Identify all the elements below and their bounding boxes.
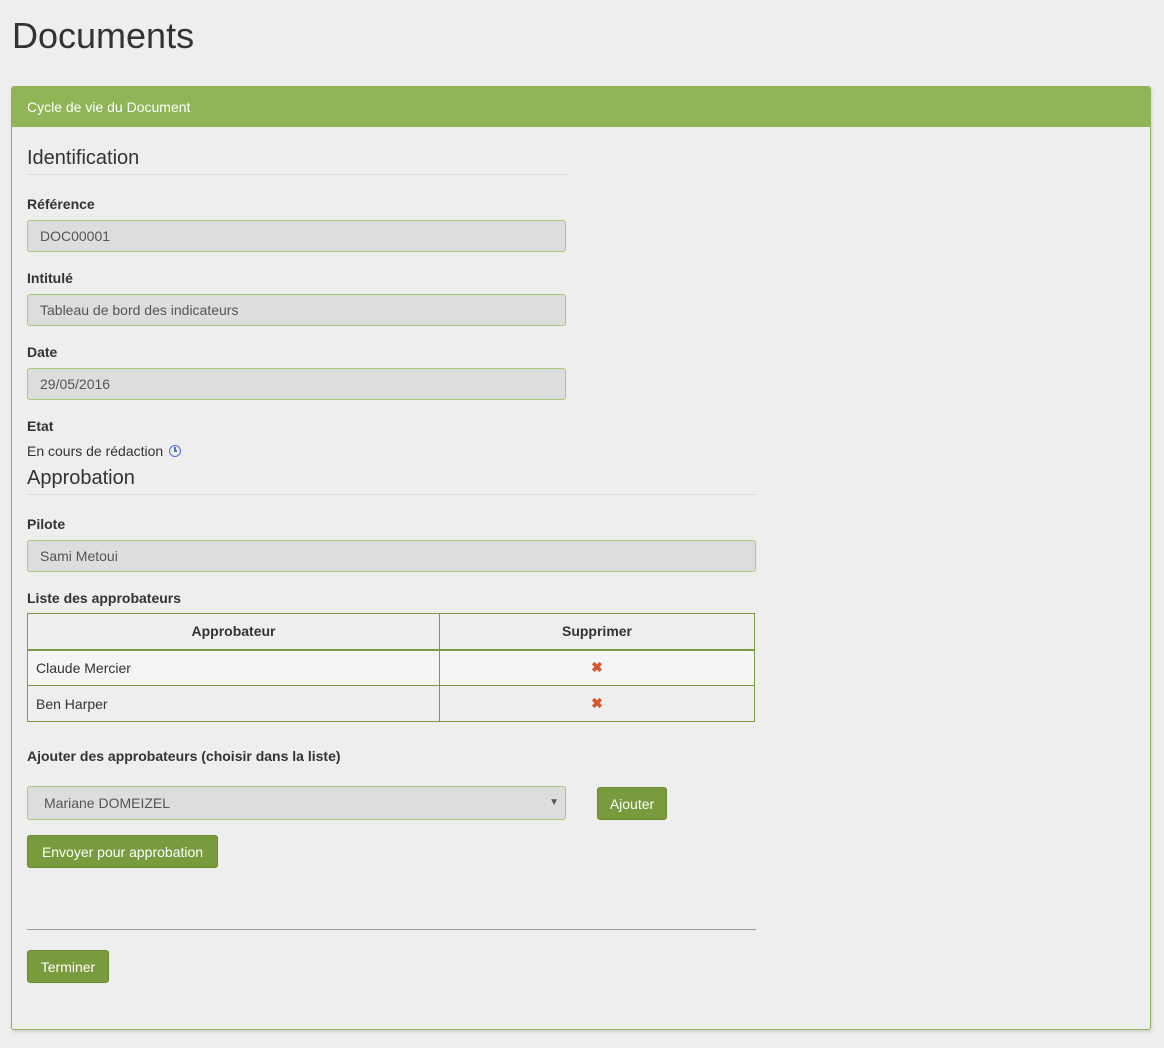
add-approvers-label: Ajouter des approbateurs (choisir dans l… xyxy=(27,748,341,764)
approver-select-value: Mariane DOMEIZEL xyxy=(44,795,171,811)
approbation-divider xyxy=(27,494,756,495)
add-approver-button[interactable]: Ajouter xyxy=(597,787,667,820)
identification-title: Identification xyxy=(27,147,140,169)
reference-field[interactable]: DOC00001 xyxy=(27,220,566,252)
remove-icon[interactable]: ✖ xyxy=(591,659,603,675)
approver-name: Ben Harper xyxy=(27,685,440,722)
approver-select[interactable]: Mariane DOMEIZEL ▼ xyxy=(27,786,566,820)
date-label: Date xyxy=(27,344,58,360)
caret-down-icon: ▼ xyxy=(549,797,559,808)
approver-name: Claude Mercier xyxy=(27,649,440,686)
send-for-approval-button[interactable]: Envoyer pour approbation xyxy=(27,835,218,868)
date-field[interactable]: 29/05/2016 xyxy=(27,368,566,400)
approbation-title: Approbation xyxy=(27,467,135,489)
delete-cell: ✖ xyxy=(439,649,755,686)
identification-divider xyxy=(27,174,567,175)
delete-cell: ✖ xyxy=(439,685,755,722)
pilote-label: Pilote xyxy=(27,516,66,532)
table-header-row: Approbateur Supprimer xyxy=(27,613,755,650)
page-title: Documents xyxy=(12,15,195,56)
finish-button[interactable]: Terminer xyxy=(27,950,109,983)
table-row: Ben Harper ✖ xyxy=(27,685,755,722)
reference-label: Référence xyxy=(27,196,95,212)
column-header-approbateur: Approbateur xyxy=(27,613,440,650)
table-row: Claude Mercier ✖ xyxy=(27,649,755,686)
pilote-field[interactable]: Sami Metoui xyxy=(27,540,756,572)
column-header-supprimer: Supprimer xyxy=(439,613,755,650)
approvers-table: Approbateur Supprimer Claude Mercier ✖ B… xyxy=(27,613,755,722)
intitule-field[interactable]: Tableau de bord des indicateurs xyxy=(27,294,566,326)
etat-value: En cours de rédaction xyxy=(27,443,182,459)
clock-icon xyxy=(169,445,182,457)
intitule-label: Intitulé xyxy=(27,270,73,286)
approvers-list-label: Liste des approbateurs xyxy=(27,590,182,606)
etat-text: En cours de rédaction xyxy=(27,443,164,459)
panel-heading: Cycle de vie du Document xyxy=(12,87,1150,127)
document-lifecycle-panel: Cycle de vie du Document Identification … xyxy=(11,86,1151,1030)
divider xyxy=(27,929,756,930)
remove-icon[interactable]: ✖ xyxy=(591,695,603,711)
etat-label: Etat xyxy=(27,418,54,434)
